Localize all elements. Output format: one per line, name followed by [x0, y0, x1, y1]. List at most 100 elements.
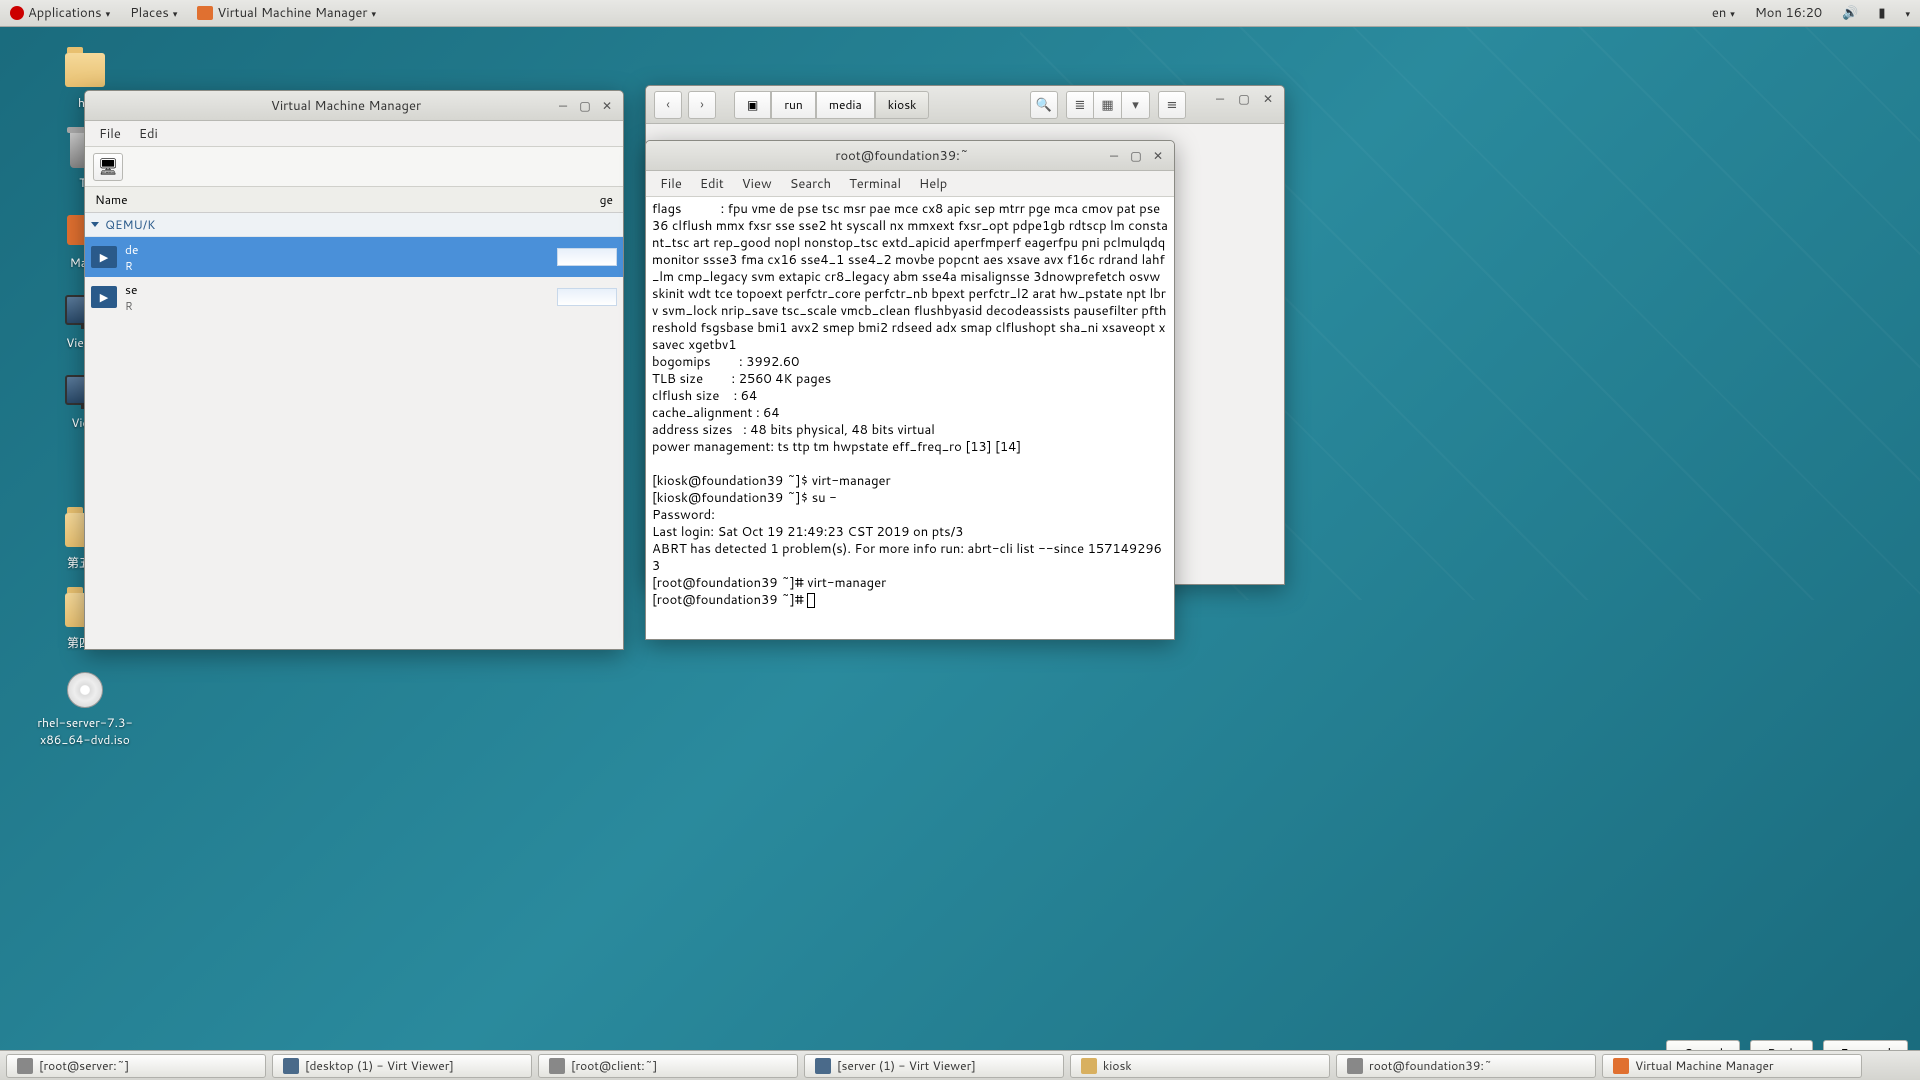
vm-running-icon: ▶: [91, 286, 117, 308]
gnome-foot-icon: [10, 6, 24, 20]
folder-home-icon: [65, 53, 105, 87]
vm-list-header: Name ge: [85, 187, 623, 213]
maximize-button[interactable]: ▢: [1128, 148, 1144, 164]
vm-state: R: [125, 298, 549, 314]
close-button[interactable]: ✕: [599, 98, 615, 114]
window-title: root@foundation39:~: [706, 147, 1098, 165]
view-options-button[interactable]: ▾: [1122, 91, 1150, 119]
grid-icon: ▦: [1101, 96, 1113, 114]
clock-label: Mon 16:20: [1755, 4, 1822, 22]
taskbar-item[interactable]: kiosk: [1070, 1054, 1330, 1078]
close-button[interactable]: ✕: [1260, 91, 1276, 107]
applications-label: Applications: [28, 4, 102, 22]
taskbar-item[interactable]: Virtual Machine Manager: [1602, 1054, 1862, 1078]
top-panel: Applications ▾ Places ▾ Virtual Machine …: [0, 0, 1920, 27]
task-label: kiosk: [1103, 1057, 1132, 1074]
cpu-sparkline: [557, 248, 617, 266]
minimize-button[interactable]: —: [555, 98, 571, 114]
connection-row[interactable]: QEMU/K: [85, 213, 623, 237]
focused-app-menu[interactable]: Virtual Machine Manager ▾: [187, 4, 386, 22]
terminal-body[interactable]: flags : fpu vme de pse tsc msr pae mce c…: [646, 197, 1174, 639]
vm-name: se: [125, 281, 549, 298]
caret-down-icon: ▾: [1905, 7, 1910, 20]
nav-forward-button[interactable]: ›: [688, 91, 716, 119]
user-menu[interactable]: ▾: [1895, 7, 1920, 20]
minimize-button[interactable]: —: [1106, 148, 1122, 164]
nav-back-button[interactable]: ‹: [654, 91, 682, 119]
caret-down-icon: ▾: [372, 7, 377, 20]
path-segment-disk[interactable]: ▣: [734, 91, 771, 119]
terminal-icon: [17, 1058, 33, 1074]
disk-icon: ▣: [747, 96, 758, 113]
bottom-taskbar: [root@server:~] [desktop (1) - Virt View…: [0, 1050, 1920, 1080]
path-segment-run[interactable]: run: [771, 91, 815, 119]
chevron-down-icon: ▾: [1132, 96, 1139, 114]
menu-terminal[interactable]: Terminal: [841, 173, 909, 195]
menu-file[interactable]: File: [91, 123, 129, 145]
maximize-button[interactable]: ▢: [577, 98, 593, 114]
viewer-icon: [815, 1058, 831, 1074]
menu-search[interactable]: Search: [782, 173, 839, 195]
menu-edit[interactable]: Edi: [131, 123, 166, 145]
taskbar-item[interactable]: [root@server:~]: [6, 1054, 266, 1078]
terminal-window: root@foundation39:~ — ▢ ✕ File Edit View…: [645, 140, 1175, 640]
view-list-button[interactable]: ≣: [1066, 91, 1094, 119]
volume-indicator[interactable]: 🔊: [1832, 4, 1868, 22]
terminal-titlebar[interactable]: root@foundation39:~ — ▢ ✕: [646, 141, 1174, 171]
battery-icon: ▮: [1878, 4, 1885, 22]
task-label: Virtual Machine Manager: [1635, 1057, 1774, 1074]
triangle-down-icon: [91, 222, 99, 227]
hamburger-menu-button[interactable]: ≡: [1158, 91, 1186, 119]
path-segment-kiosk[interactable]: kiosk: [875, 91, 930, 119]
vm-state: R: [125, 258, 549, 274]
task-label: [root@client:~]: [571, 1057, 657, 1074]
search-icon: 🔍: [1036, 96, 1052, 114]
vm-row[interactable]: ▶ se R: [85, 277, 623, 317]
vmm-window: Virtual Machine Manager — ▢ ✕ File Edi 🖥…: [84, 90, 624, 650]
vmm-icon: [1613, 1058, 1629, 1074]
cpu-sparkline: [557, 288, 617, 306]
vmm-icon: [197, 6, 213, 20]
vm-row[interactable]: ▶ de R: [85, 237, 623, 277]
taskbar-item[interactable]: [server (1) - Virt Viewer]: [804, 1054, 1064, 1078]
places-menu[interactable]: Places ▾: [120, 4, 187, 22]
col-name[interactable]: Name: [85, 191, 590, 208]
vmm-menubar: File Edi: [85, 121, 623, 147]
applications-menu[interactable]: Applications ▾: [0, 4, 120, 22]
vmm-titlebar[interactable]: Virtual Machine Manager — ▢ ✕: [85, 91, 623, 121]
terminal-cursor: [807, 593, 815, 608]
menu-file[interactable]: File: [652, 173, 690, 195]
taskbar-item[interactable]: [desktop (1) - Virt Viewer]: [272, 1054, 532, 1078]
files-titlebar[interactable]: ‹ › ▣ run media kiosk 🔍 ≣ ▦ ▾ ≡ — ▢ ✕: [646, 86, 1284, 124]
desktop-icon-iso-file[interactable]: rhel-server-7.3-x86_64-dvd.iso: [30, 670, 140, 748]
speaker-icon: 🔊: [1842, 4, 1858, 22]
terminal-menubar: File Edit View Search Terminal Help: [646, 171, 1174, 197]
clock[interactable]: Mon 16:20: [1745, 4, 1832, 22]
maximize-button[interactable]: ▢: [1236, 91, 1252, 107]
taskbar-item[interactable]: root@foundation39:~: [1336, 1054, 1596, 1078]
places-label: Places: [130, 4, 169, 22]
task-label: [root@server:~]: [39, 1057, 129, 1074]
viewer-icon: [283, 1058, 299, 1074]
input-language-indicator[interactable]: en ▾: [1702, 4, 1745, 22]
col-usage[interactable]: ge: [590, 191, 623, 208]
new-vm-button[interactable]: 🖥: [93, 153, 123, 181]
close-button[interactable]: ✕: [1150, 148, 1166, 164]
view-grid-button[interactable]: ▦: [1094, 91, 1122, 119]
menu-edit[interactable]: Edit: [692, 173, 732, 195]
battery-indicator[interactable]: ▮: [1868, 4, 1895, 22]
taskbar-item[interactable]: [root@client:~]: [538, 1054, 798, 1078]
terminal-icon: [1347, 1058, 1363, 1074]
path-segment-media[interactable]: media: [816, 91, 875, 119]
hamburger-icon: ≡: [1167, 96, 1178, 114]
menu-view[interactable]: View: [734, 173, 780, 195]
search-button[interactable]: 🔍: [1030, 91, 1058, 119]
list-icon: ≣: [1075, 96, 1086, 114]
path-segment-label: media: [829, 96, 862, 113]
connection-label: QEMU/K: [105, 216, 155, 233]
icon-label: rhel-server-7.3-x86_64-dvd.iso: [30, 714, 140, 748]
path-segment-label: kiosk: [888, 96, 917, 113]
minimize-button[interactable]: —: [1212, 91, 1228, 107]
chevron-right-icon: ›: [700, 96, 704, 114]
menu-help[interactable]: Help: [911, 173, 955, 195]
